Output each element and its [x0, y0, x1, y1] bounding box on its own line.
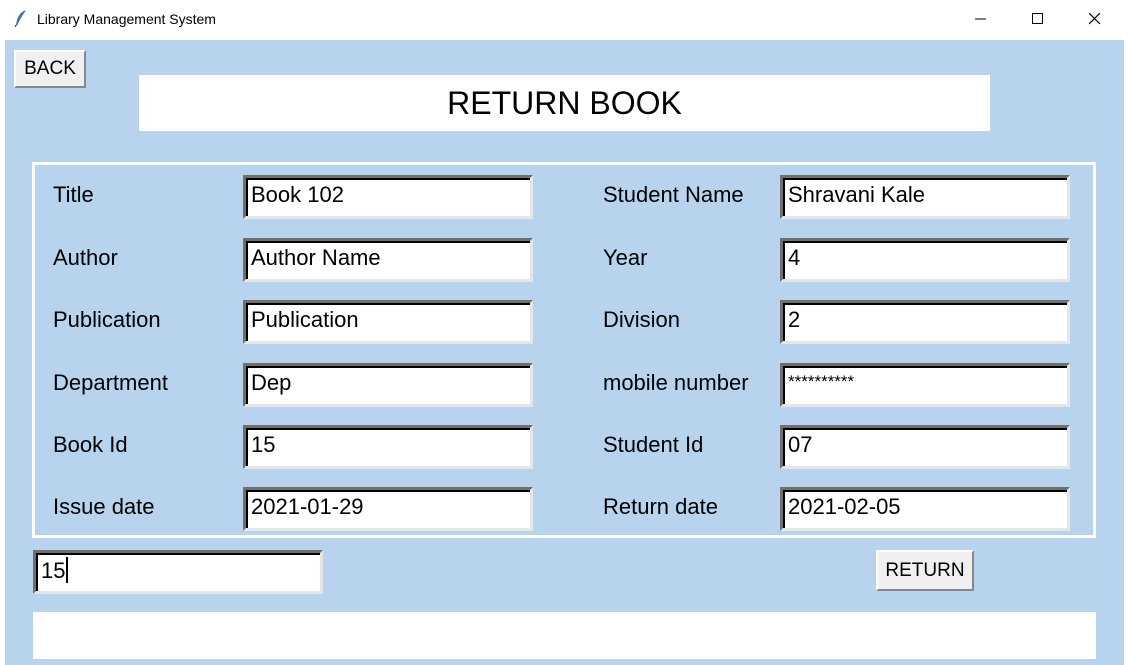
mobile-number-field[interactable]: **********	[780, 363, 1070, 407]
status-message	[33, 612, 1096, 659]
text-cursor	[66, 557, 69, 583]
year-label: Year	[603, 245, 648, 270]
issue-date-label: Issue date	[53, 494, 155, 519]
feather-icon	[14, 10, 26, 27]
form-area: Title Author Publication Department Book…	[35, 165, 1093, 535]
title-field[interactable]: Book 102	[243, 175, 533, 219]
close-icon	[1089, 13, 1101, 25]
book-id-field[interactable]: 15	[243, 425, 533, 469]
title-label: Title	[53, 182, 94, 207]
student-id-label: Student Id	[603, 432, 704, 457]
title-bar[interactable]: Library Management System	[0, 0, 1129, 38]
maximize-button[interactable]	[1009, 0, 1067, 38]
student-name-field[interactable]: Shravani Kale	[780, 175, 1070, 219]
back-button[interactable]: BACK	[14, 50, 86, 88]
return-date-label: Return date	[603, 494, 718, 519]
mobile-number-label: mobile number	[603, 370, 749, 395]
book-id-search-input[interactable]: 15	[33, 550, 323, 594]
return-date-field[interactable]: 2021-02-05	[780, 487, 1070, 531]
year-field[interactable]: 4	[780, 238, 1070, 282]
page-title: RETURN BOOK	[139, 75, 990, 131]
student-id-field[interactable]: 07	[780, 425, 1070, 469]
minimize-button[interactable]	[952, 0, 1010, 38]
issue-date-field[interactable]: 2021-01-29	[243, 487, 533, 531]
window-title: Library Management System	[37, 11, 216, 27]
return-button[interactable]: RETURN	[876, 550, 974, 591]
search-value: 15	[41, 558, 66, 583]
department-label: Department	[53, 370, 168, 395]
minimize-icon	[975, 18, 986, 20]
division-field[interactable]: 2	[780, 300, 1070, 344]
book-id-label: Book Id	[53, 432, 128, 457]
department-field[interactable]: Dep	[243, 363, 533, 407]
author-label: Author	[53, 245, 118, 270]
maximize-icon	[1032, 13, 1043, 24]
author-field[interactable]: Author Name	[243, 238, 533, 282]
book-details-panel: Title Author Publication Department Book…	[32, 162, 1096, 538]
student-name-label: Student Name	[603, 182, 744, 207]
publication-label: Publication	[53, 307, 161, 332]
publication-field[interactable]: Publication	[243, 300, 533, 344]
main-window: BACK RETURN BOOK Title Author Publicatio…	[5, 40, 1124, 665]
close-button[interactable]	[1066, 0, 1124, 38]
division-label: Division	[603, 307, 681, 332]
